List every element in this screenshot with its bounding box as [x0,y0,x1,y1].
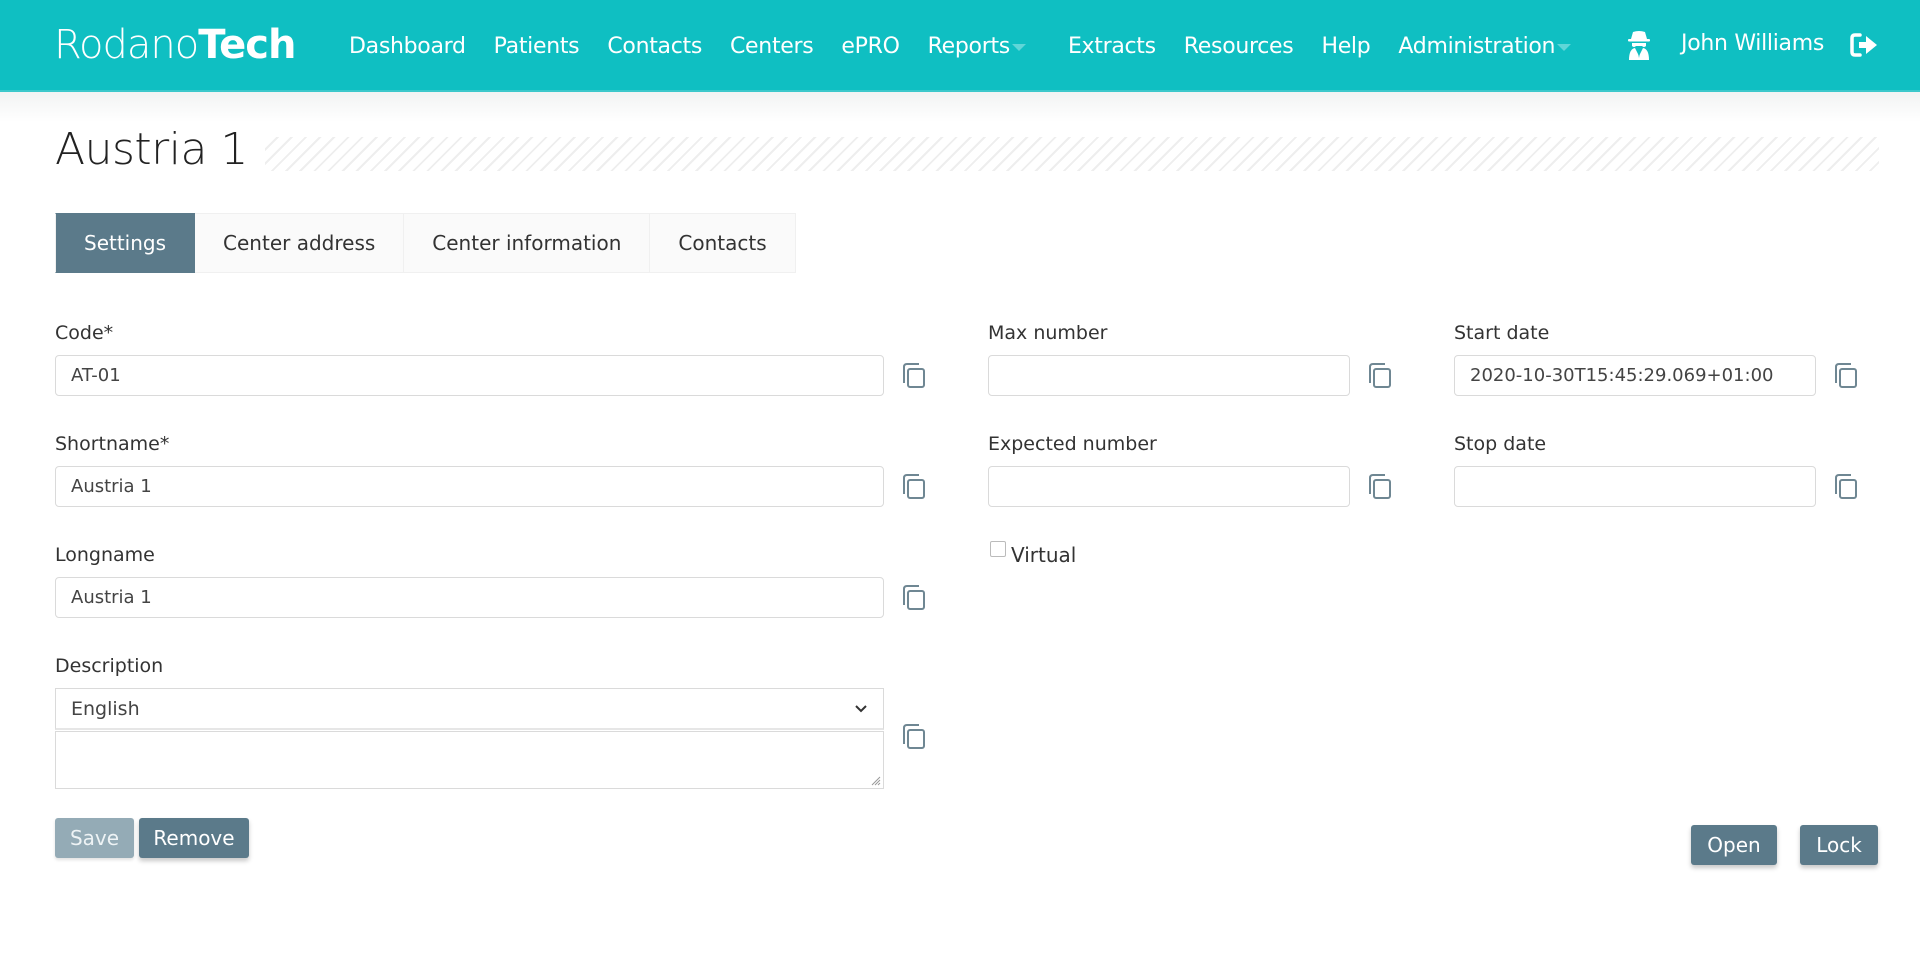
nav-item-help[interactable]: Help [1321,34,1370,59]
nav-label: Reports [927,33,1011,59]
copy-icon[interactable] [900,472,926,502]
sign-out-icon[interactable] [1850,32,1878,58]
page-title: Austria 1 [55,124,248,175]
logo-light-text: Rodano [54,22,199,68]
nav-label: Help [1321,33,1371,59]
copy-icon[interactable] [1832,472,1858,502]
copy-icon[interactable] [900,722,926,752]
user-name[interactable]: John Williams [1681,31,1824,56]
longname-input[interactable] [55,577,884,618]
longname-label: Longname [55,544,155,566]
max-number-input[interactable] [988,355,1350,396]
main-nav: Dashboard Patients Contacts Centers ePRO… [349,0,1599,92]
copy-icon[interactable] [900,361,926,391]
lock-button[interactable]: Lock [1800,825,1878,865]
selected-language: English [71,697,140,720]
nav-item-extracts[interactable]: Extracts [1068,34,1156,59]
nav-label: Centers [730,33,814,59]
description-textarea[interactable] [55,731,884,789]
description-label: Description [55,655,164,677]
spy-icon[interactable] [1626,30,1652,60]
save-button[interactable]: Save [55,818,134,858]
tab-center-address[interactable]: Center address [195,213,405,273]
remove-button[interactable]: Remove [139,818,249,858]
top-navbar: Rodano Tech Dashboard Patients Contacts C… [0,0,1920,92]
nav-item-administration[interactable]: Administration [1398,33,1572,59]
nav-label: Dashboard [349,33,466,59]
code-input[interactable] [55,355,884,396]
shortname-label: Shortname* [55,433,170,455]
tab-settings[interactable]: Settings [55,213,196,273]
chevron-down-icon [855,704,867,712]
shortname-input[interactable] [55,466,884,507]
max-number-label: Max number [988,322,1108,344]
title-hatch-decoration [265,137,1879,171]
stop-date-input[interactable] [1454,466,1816,507]
caret-down-icon [1011,43,1026,51]
tab-contacts[interactable]: Contacts [650,213,796,273]
open-button[interactable]: Open [1691,825,1777,865]
nav-label: Administration [1398,33,1556,59]
expected-number-input[interactable] [988,466,1350,507]
copy-icon[interactable] [1366,361,1392,391]
center-tabs: Settings Center address Center informati… [55,213,796,273]
start-date-input[interactable] [1454,355,1816,396]
nav-label: Resources [1183,33,1294,59]
description-language-select[interactable]: English [55,688,884,730]
copy-icon[interactable] [1366,472,1392,502]
nav-item-patients[interactable]: Patients [494,34,580,59]
nav-shadow [0,92,1920,122]
nav-item-resources[interactable]: Resources [1184,34,1294,59]
nav-label: Contacts [607,33,702,59]
virtual-label[interactable]: Virtual [1011,543,1076,567]
nav-item-reports[interactable]: Reports [928,34,1026,59]
stop-date-label: Stop date [1454,433,1547,455]
expected-number-label: Expected number [988,433,1157,455]
copy-icon[interactable] [1832,361,1858,391]
nav-item-dashboard[interactable]: Dashboard [349,34,466,59]
copy-icon[interactable] [900,583,926,613]
logo-bold-text: Tech [198,22,296,68]
nav-label: Extracts [1067,33,1156,59]
tab-center-information[interactable]: Center information [404,213,651,273]
start-date-label: Start date [1454,322,1550,344]
resize-handle-icon[interactable] [871,776,881,786]
code-label: Code* [55,322,114,344]
caret-down-icon [1557,43,1572,51]
virtual-checkbox[interactable] [990,541,1006,557]
nav-item-centers[interactable]: Centers [730,33,814,59]
nav-item-epro[interactable]: ePRO [841,33,900,59]
rodanotech-logo[interactable]: Rodano Tech [54,22,297,68]
nav-label: ePRO [841,33,900,59]
nav-label: Patients [493,33,580,59]
nav-item-contacts[interactable]: Contacts [607,34,702,59]
